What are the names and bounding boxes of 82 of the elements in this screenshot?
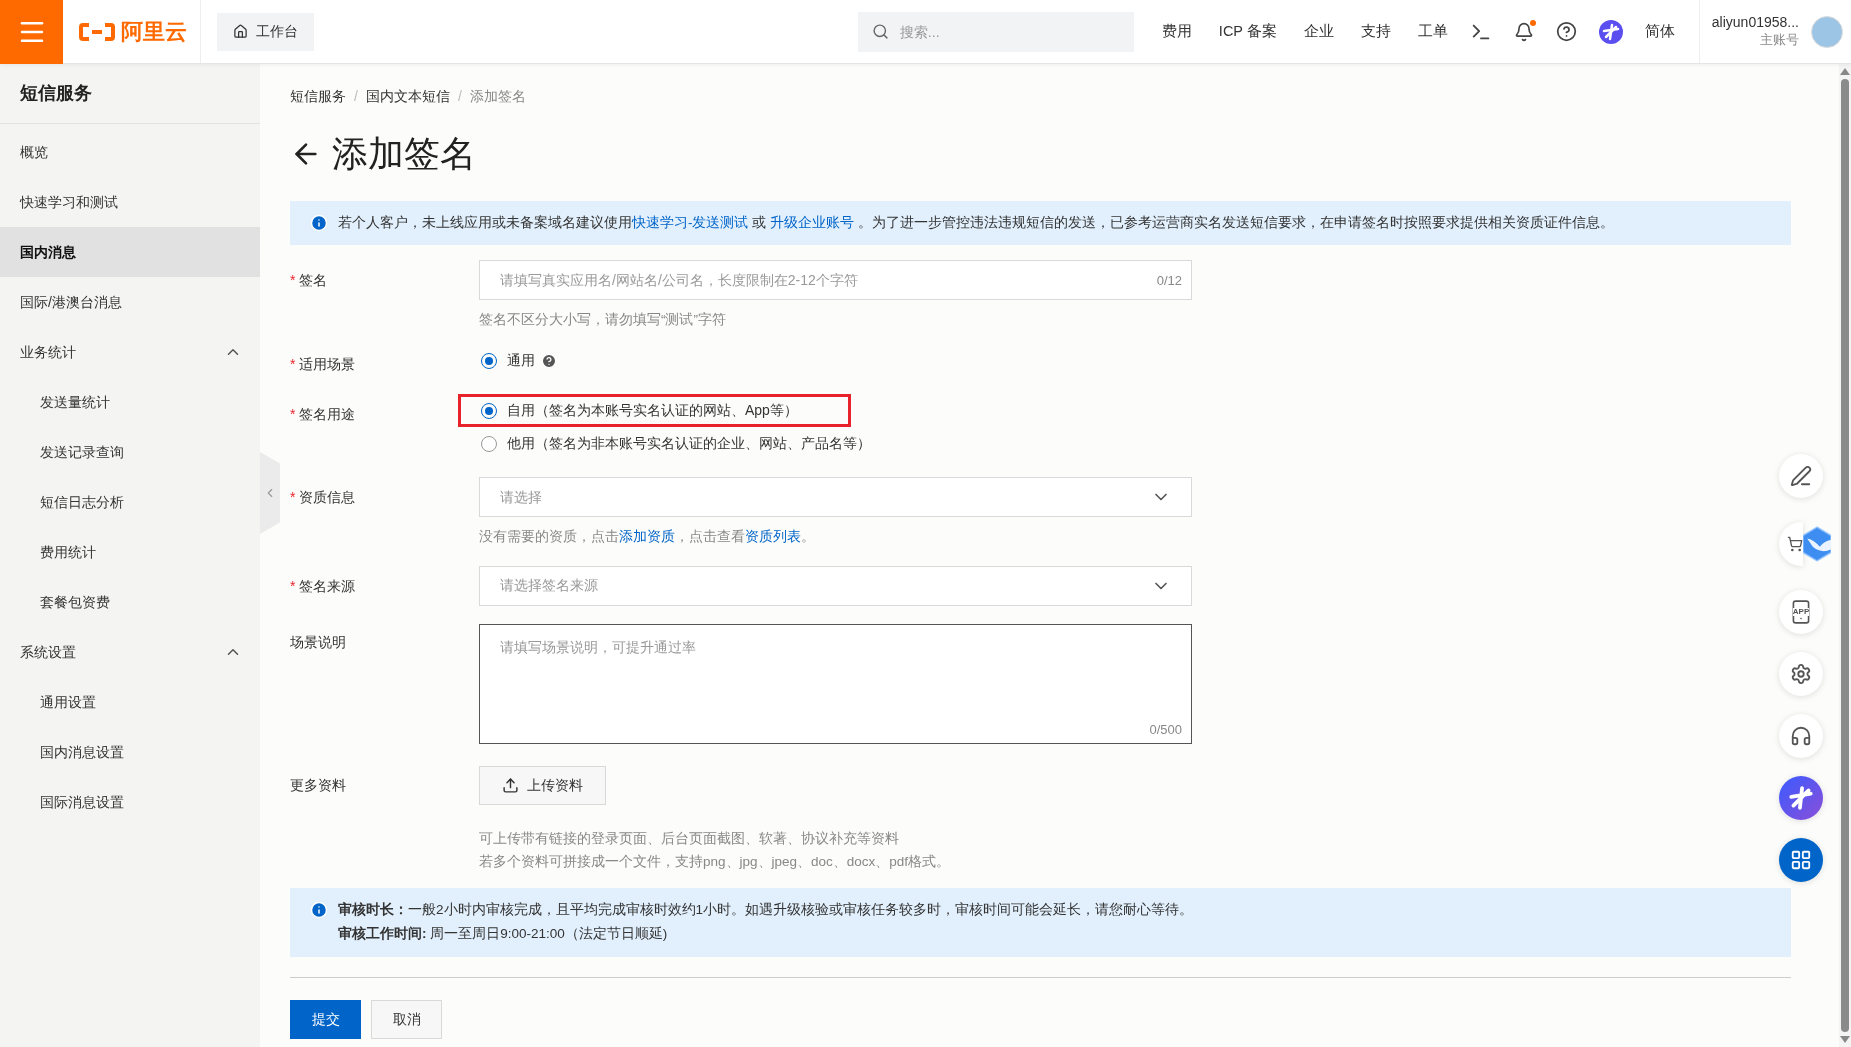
field-label: 更多资料	[290, 776, 346, 793]
radio-option[interactable]: 他用（签名为非本账号实名认证的企业、网站、产品名等）	[458, 427, 924, 461]
workbench-button[interactable]: 工作台	[217, 12, 314, 51]
home-icon	[233, 24, 248, 39]
field-label: * 签名来源	[290, 577, 356, 594]
sidebar-item[interactable]: 系统设置	[0, 627, 260, 677]
cart-tool-button[interactable]	[1779, 522, 1803, 566]
headset-icon	[1790, 725, 1812, 747]
settings-icon	[1790, 663, 1812, 685]
review-notice-line: 审核工作时间: 周一至周日9:00-21:00（法定节日顺延)	[338, 925, 669, 944]
breadcrumb-link[interactable]: 短信服务	[290, 86, 346, 107]
language-button[interactable]: 简体	[1644, 20, 1675, 43]
sidebar-item[interactable]: 套餐包资费	[0, 577, 260, 627]
sidebar-item[interactable]: 费用统计	[0, 527, 260, 577]
sidebar-item[interactable]: 快速学习和测试	[0, 177, 260, 227]
menu-button[interactable]	[0, 0, 63, 64]
radio-option[interactable]: 自用（签名为本账号实名认证的网站、App等）	[458, 394, 851, 428]
nav-link[interactable]: 企业	[1303, 20, 1334, 43]
edit-tool-button[interactable]	[1779, 454, 1823, 498]
sidebar-item[interactable]: 国际/港澳台消息	[0, 277, 260, 327]
sidebar-item[interactable]: 国内消息	[0, 227, 260, 277]
field-hint: 签名不区分大小写，请勿填写“测试”字符	[479, 311, 727, 329]
submit-button[interactable]: 提交	[290, 1000, 361, 1039]
radio-option[interactable]: 通用	[458, 344, 610, 378]
account-name[interactable]: aliyun01958...	[1711, 13, 1799, 32]
upload-icon	[502, 776, 519, 794]
sidebar-item[interactable]: 短信日志分析	[0, 477, 260, 527]
sidebar-title: 短信服务	[0, 64, 260, 124]
sidebar-item[interactable]: 通用设置	[0, 677, 260, 727]
field-label: * 签名用途	[290, 406, 356, 423]
logo-bracket-icon	[79, 21, 115, 42]
radio-button[interactable]	[481, 435, 497, 452]
nav-link[interactable]: ICP 备案	[1218, 20, 1277, 43]
review-notice-line: 审核时长：一般2小时内审核完成，且平均完成审核时效约1小时。如遇升级核验或审核任务较多时，审核时间可能会延长，请您耐心等待。	[338, 901, 1194, 919]
breadcrumb-link[interactable]: 国内文本短信	[365, 86, 450, 107]
sidebar-item[interactable]: 发送记录查询	[0, 427, 260, 477]
nav-link[interactable]: 费用	[1161, 20, 1192, 43]
sidebar-item[interactable]: 国内消息设置	[0, 727, 260, 777]
assistant-icon[interactable]	[1598, 19, 1623, 44]
assistant-tool-button[interactable]	[1779, 776, 1823, 820]
apps-tool-button[interactable]	[1779, 838, 1823, 882]
info-icon	[310, 214, 328, 232]
field-hint: 没有需要的资质，点击添加资质，点击查看资质列表。	[479, 528, 816, 547]
search-icon	[871, 22, 889, 40]
app-tool-button[interactable]: APP	[1779, 590, 1823, 634]
settings-tool-button[interactable]	[1779, 652, 1823, 696]
character-counter: 0/12	[1156, 272, 1182, 290]
grid-icon	[1790, 849, 1812, 871]
text-link[interactable]: 资质列表	[745, 529, 801, 545]
sidebar-item[interactable]: 发送量统计	[0, 377, 260, 427]
sidebar-item[interactable]: 业务统计	[0, 327, 260, 377]
help-icon[interactable]	[1555, 21, 1577, 42]
page-title: 添加签名	[332, 132, 476, 176]
field-label: * 适用场景	[290, 356, 356, 373]
sidebar-item[interactable]: 概览	[0, 127, 260, 177]
text-link[interactable]: 升级企业账号	[770, 214, 854, 230]
notification-button[interactable]	[1513, 21, 1534, 42]
search-field[interactable]: 搜索...	[857, 11, 1134, 52]
field-label: * 资质信息	[290, 489, 356, 506]
nav-link[interactable]: 工单	[1417, 20, 1448, 43]
cart-icon	[1787, 536, 1803, 552]
sidebar-item[interactable]: 国际消息设置	[0, 777, 260, 827]
nav-link[interactable]: 支持	[1360, 20, 1391, 43]
cancel-button[interactable]: 取消	[371, 1000, 442, 1039]
upload-button[interactable]: 上传资料	[479, 765, 606, 805]
field-label: * 签名	[290, 272, 328, 288]
info-text: 若个人客户，未上线应用或未备案域名建议使用快速学习-发送测试 或 升级企业账号 。为了进一步管控违法违规短信的发送，已参考运营商实名发送短信要求，在申请签名时按照要求提供相关资质证件信息。	[338, 213, 1614, 232]
breadcrumb-separator: /	[457, 87, 462, 106]
text-link[interactable]: 快速学习-发送测试	[632, 214, 749, 230]
upload-note: 可上传带有链接的登录页面、后台页面截图、软著、协议补充等资料	[479, 829, 900, 848]
breadcrumb-separator: /	[354, 87, 358, 106]
character-counter: 0/500	[1149, 721, 1182, 739]
upload-note: 若多个资料可拼接成一个文件，支持png、jpg、jpeg、doc、docx、pdf格式。	[479, 852, 951, 871]
scrollbar[interactable]	[1839, 64, 1851, 1047]
breadcrumb-link[interactable]: 添加签名	[469, 86, 526, 107]
field-label: 场景说明	[290, 633, 346, 650]
support-tool-button[interactable]	[1779, 714, 1823, 758]
info-icon	[310, 901, 328, 919]
asterisk-icon	[1788, 785, 1814, 811]
text-link[interactable]: 添加资质	[619, 529, 675, 545]
account-role: 主账号	[1760, 33, 1799, 50]
pen-icon	[1790, 465, 1812, 487]
